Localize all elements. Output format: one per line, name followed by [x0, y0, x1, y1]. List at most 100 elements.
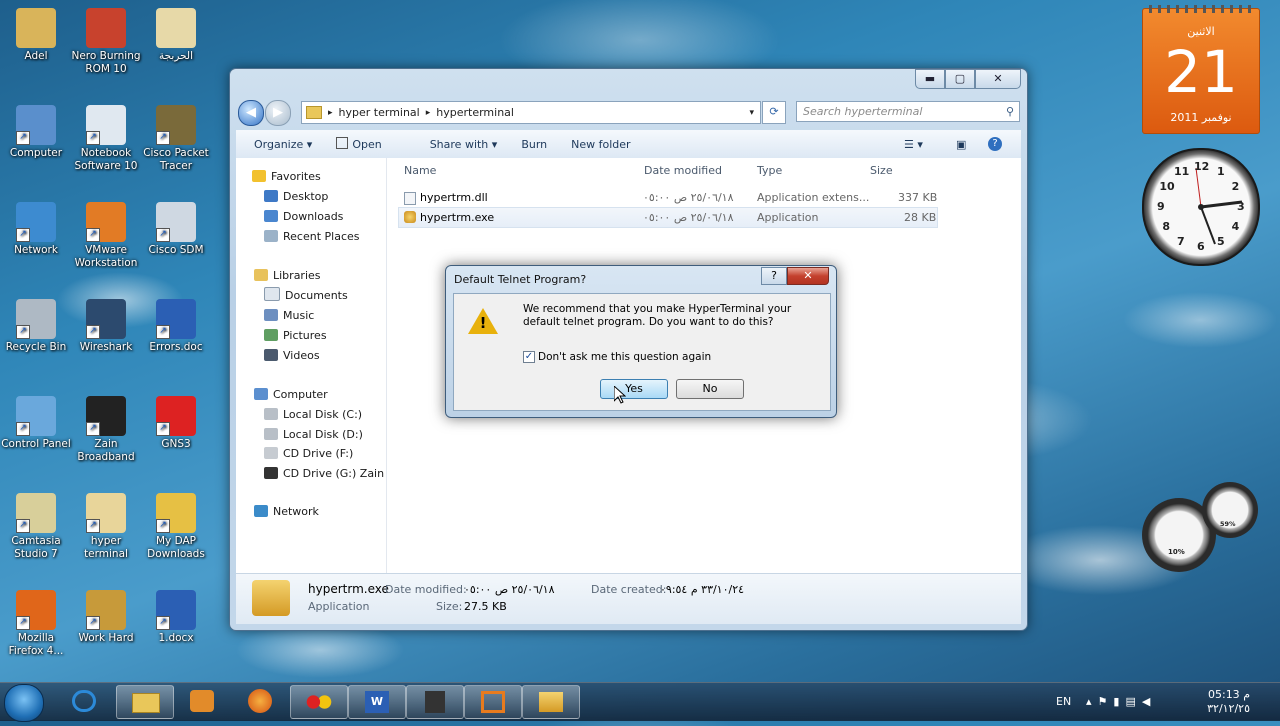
- nav-favorites[interactable]: Favorites: [252, 168, 321, 186]
- dont-ask-checkbox[interactable]: ✓ Don't ask me this question again: [523, 351, 711, 363]
- nav-documents[interactable]: Documents: [264, 287, 348, 305]
- column-header-name[interactable]: Name: [404, 164, 436, 177]
- details-pane: hypertrm.exe Application Date modified: …: [236, 573, 1021, 624]
- taskbar-internet-explorer[interactable]: [56, 685, 112, 717]
- clock-numeral: 8: [1162, 220, 1170, 233]
- desktop-icon-5[interactable]: ↗ Cisco Packet Tracer: [141, 105, 211, 173]
- maximize-button[interactable]: ▢: [945, 69, 975, 89]
- desktop-icon-6[interactable]: ↗ Network: [1, 202, 71, 257]
- view-options-icon[interactable]: ☰ ▾: [904, 138, 923, 151]
- breadcrumb-hyperterminal[interactable]: hyperterminal: [436, 106, 514, 119]
- desktop-icon-17[interactable]: ↗ My DAP Downloads: [141, 493, 211, 561]
- desktop-icon-4[interactable]: ↗ Notebook Software 10: [71, 105, 141, 173]
- desktop-icon-8[interactable]: ↗ Cisco SDM: [141, 202, 211, 257]
- taskbar-gns3[interactable]: [290, 685, 348, 719]
- nav-pictures[interactable]: Pictures: [264, 327, 327, 345]
- file-row[interactable]: hypertrm.exe ٢٥/٠٦/١٨ ص ٠٥:٠٠ Applicatio…: [398, 207, 938, 228]
- desktop-icon-15[interactable]: ↗ Camtasia Studio 7: [1, 493, 71, 561]
- file-row[interactable]: hypertrm.dll ٢٥/٠٦/١٨ ص ٠٥:٠٠ Applicatio…: [398, 188, 937, 207]
- chevron-down-icon[interactable]: ▾: [749, 108, 754, 118]
- nav-recent-places[interactable]: Recent Places: [264, 228, 360, 246]
- star-icon: [252, 170, 266, 182]
- taskbar-vmware[interactable]: [464, 685, 522, 719]
- desktop-app-icon: ↗: [16, 590, 56, 630]
- nav-network[interactable]: Network: [254, 503, 319, 521]
- refresh-button[interactable]: ⟳: [762, 101, 786, 124]
- internet-explorer-icon: [72, 690, 96, 712]
- desktop-icon-7[interactable]: ↗ VMware Workstation: [71, 202, 141, 270]
- language-indicator[interactable]: EN: [1056, 683, 1071, 721]
- nav-downloads[interactable]: Downloads: [264, 208, 343, 226]
- search-icon[interactable]: ⚲: [1006, 102, 1014, 122]
- desktop-icon-13[interactable]: ↗ Zain Broadband: [71, 396, 141, 464]
- open-button[interactable]: Open: [336, 137, 405, 151]
- desktop-icon-9[interactable]: ↗ Recycle Bin: [1, 299, 71, 354]
- desktop-icon-2[interactable]: الحربجة: [141, 8, 211, 63]
- nav-computer[interactable]: Computer: [254, 386, 328, 404]
- nav-cd-drive-f[interactable]: CD Drive (F:): [264, 445, 353, 463]
- shortcut-arrow-icon: ↗: [156, 616, 170, 630]
- desktop-icon-3[interactable]: ↗ Computer: [1, 105, 71, 160]
- firefox-icon: [248, 689, 272, 713]
- volume-icon[interactable]: ◀: [1142, 695, 1156, 708]
- desktop-icon-12[interactable]: ↗ Control Panel: [1, 396, 71, 451]
- forward-button[interactable]: ▶: [265, 100, 291, 126]
- tray-icons[interactable]: ▴⚑▮▤◀: [1086, 683, 1156, 721]
- taskbar-hyperterminal[interactable]: [522, 685, 580, 719]
- new-folder-button[interactable]: New folder: [571, 138, 630, 151]
- desktop-icon-10[interactable]: ↗ Wireshark: [71, 299, 141, 354]
- desktop-icon-0[interactable]: Adel: [1, 8, 71, 63]
- preview-pane-icon[interactable]: ▣: [956, 138, 966, 151]
- yes-button[interactable]: Yes: [600, 379, 668, 399]
- column-header-size[interactable]: Size: [870, 164, 893, 177]
- chevron-up-icon[interactable]: ▴: [1086, 695, 1098, 708]
- network-tray-icon[interactable]: ▤: [1125, 695, 1141, 708]
- nav-local-disk-d[interactable]: Local Disk (D:): [264, 426, 363, 444]
- desktop-icon-16[interactable]: ↗ hyper terminal: [71, 493, 141, 561]
- checkbox-box[interactable]: ✓: [523, 351, 535, 363]
- burn-button[interactable]: Burn: [521, 138, 547, 151]
- start-button[interactable]: [4, 684, 44, 722]
- desktop-icon-18[interactable]: ↗ Mozilla Firefox 4...: [1, 590, 71, 658]
- desktop-icon-11[interactable]: ↗ Errors.doc: [141, 299, 211, 354]
- calendar-gadget[interactable]: الاثنين 21 نوفمبر 2011: [1142, 5, 1260, 134]
- column-header-date[interactable]: Date modified: [644, 164, 722, 177]
- share-with-button[interactable]: Share with ▾: [430, 138, 498, 151]
- search-input[interactable]: Search hyperterminal ⚲: [796, 101, 1020, 122]
- breadcrumb-hyper-terminal[interactable]: hyper terminal: [339, 106, 420, 119]
- nav-videos[interactable]: Videos: [264, 347, 320, 365]
- no-button[interactable]: No: [676, 379, 744, 399]
- taskbar-clock[interactable]: 05:13 م ٣٢/١٢/٢٥: [1202, 688, 1250, 726]
- nav-libraries[interactable]: Libraries: [254, 267, 321, 285]
- dialog-close-button[interactable]: ✕: [787, 267, 829, 285]
- nav-label: Documents: [285, 289, 348, 302]
- nav-local-disk-c[interactable]: Local Disk (C:): [264, 406, 362, 424]
- nav-desktop[interactable]: Desktop: [264, 188, 328, 206]
- taskbar-firefox[interactable]: [232, 685, 288, 717]
- nav-music[interactable]: Music: [264, 307, 314, 325]
- desktop-icon-label: My DAP Downloads: [147, 535, 205, 560]
- desktop-icon-14[interactable]: ↗ GNS3: [141, 396, 211, 451]
- organize-button[interactable]: Organize ▾: [254, 138, 312, 151]
- clock-gadget[interactable]: 12 1 2 3 4 5 6 7 8 9 10 11: [1142, 148, 1260, 266]
- address-bar[interactable]: ▸ hyper terminal ▸ hyperterminal ▾: [301, 101, 761, 124]
- desktop-icon-20[interactable]: ↗ 1.docx: [141, 590, 211, 645]
- taskbar-word[interactable]: W: [348, 685, 406, 719]
- desktop-icon-1[interactable]: Nero Burning ROM 10: [71, 8, 141, 76]
- minimize-button[interactable]: ▬: [915, 69, 945, 89]
- taskbar-app[interactable]: [406, 685, 464, 719]
- taskbar-explorer[interactable]: [116, 685, 174, 719]
- dialog-help-button[interactable]: ?: [761, 267, 787, 285]
- dialog-body: ! We recommend that you make HyperTermin…: [453, 293, 831, 411]
- column-header-type[interactable]: Type: [757, 164, 782, 177]
- desktop-icon-19[interactable]: ↗ Work Hard: [71, 590, 141, 645]
- power-icon[interactable]: ▮: [1113, 695, 1125, 708]
- taskbar-media-player[interactable]: [174, 685, 230, 717]
- help-icon[interactable]: ?: [988, 137, 1002, 151]
- nav-cd-drive-g[interactable]: CD Drive (G:) Zain Br: [264, 465, 386, 483]
- flag-icon[interactable]: ⚑: [1098, 695, 1114, 708]
- memory-meter-gadget[interactable]: 59%: [1202, 482, 1258, 538]
- desktop-icon-label: Notebook Software 10: [74, 147, 138, 172]
- back-button[interactable]: ◀: [238, 100, 264, 126]
- close-button[interactable]: ✕: [975, 69, 1021, 89]
